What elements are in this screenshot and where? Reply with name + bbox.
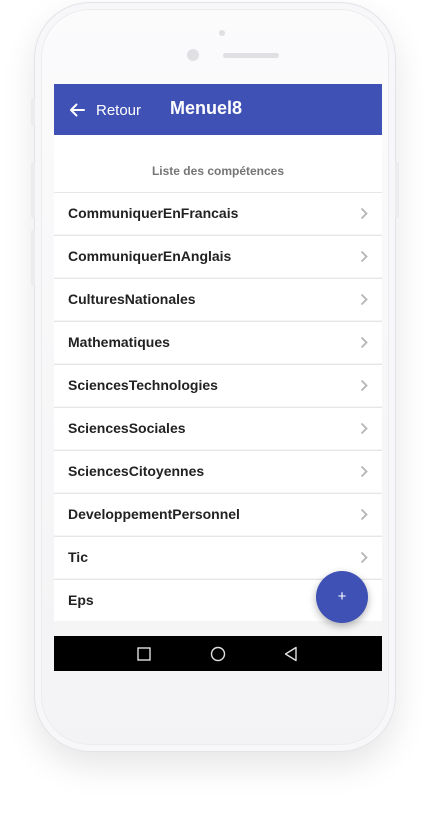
add-competence-button[interactable]: + xyxy=(316,571,368,623)
list-item-sciences-sociales[interactable]: SciencesSociales xyxy=(54,407,382,449)
phone-volume-down xyxy=(31,230,35,286)
phone-power-button xyxy=(395,162,399,218)
arrow-left-icon xyxy=(68,101,86,119)
page-title: Menuel8 xyxy=(170,98,243,118)
list-item-sciences-technologies[interactable]: SciencesTechnologies xyxy=(54,364,382,406)
app-bar: Retour Menuel8 xyxy=(54,84,382,135)
back-button[interactable]: Retour xyxy=(68,96,141,124)
list-item-label: SciencesSociales xyxy=(68,420,186,436)
chevron-right-icon xyxy=(360,250,368,263)
list-item-label: SciencesTechnologies xyxy=(68,377,218,393)
list-item-sciences-citoyennes[interactable]: SciencesCitoyennes xyxy=(54,450,382,492)
proximity-sensor xyxy=(219,30,225,36)
back-label: Retour xyxy=(96,101,142,119)
recent-apps-icon[interactable] xyxy=(134,644,154,664)
chevron-right-icon xyxy=(360,207,368,220)
front-camera xyxy=(187,49,199,61)
phone-mute-switch xyxy=(31,98,35,126)
chevron-right-icon xyxy=(360,422,368,435)
phone-volume-up xyxy=(31,162,35,218)
stage: Retour Menuel8 Liste des compétences Com… xyxy=(0,0,424,825)
list-item-cultures-nationales[interactable]: CulturesNationales xyxy=(54,278,382,320)
app-screen: Retour Menuel8 Liste des compétences Com… xyxy=(54,84,382,671)
earpiece-speaker xyxy=(223,53,279,58)
list-item-label: Eps xyxy=(68,592,94,608)
list-item-label: CommuniquerEnFrancais xyxy=(68,205,239,221)
list-item-communiquer-en-anglais[interactable]: CommuniquerEnAnglais xyxy=(54,235,382,277)
list-item-mathematiques[interactable]: Mathematiques xyxy=(54,321,382,363)
chevron-right-icon xyxy=(360,465,368,478)
system-nav-bar xyxy=(54,636,382,671)
back-triangle-icon[interactable] xyxy=(281,644,301,664)
plus-icon: + xyxy=(337,588,347,605)
list-item-label: DeveloppementPersonnel xyxy=(68,506,240,522)
list-item-label: CommuniquerEnAnglais xyxy=(68,248,232,264)
home-icon[interactable] xyxy=(208,644,228,664)
competence-list: CommuniquerEnFrancais CommuniquerEnAngla… xyxy=(54,192,382,622)
chevron-right-icon xyxy=(360,551,368,564)
chevron-right-icon xyxy=(360,336,368,349)
list-item-label: CulturesNationales xyxy=(68,291,196,307)
list-item-label: Tic xyxy=(68,549,88,565)
list-item-communiquer-en-francais[interactable]: CommuniquerEnFrancais xyxy=(54,192,382,234)
chevron-right-icon xyxy=(360,379,368,392)
chevron-right-icon xyxy=(360,293,368,306)
list-item-label: Mathematiques xyxy=(68,334,170,350)
list-item-developpement-personnel[interactable]: DeveloppementPersonnel xyxy=(54,493,382,535)
list-item-label: SciencesCitoyennes xyxy=(68,463,205,479)
chevron-right-icon xyxy=(360,508,368,521)
list-section-header: Liste des compétences xyxy=(54,135,382,192)
